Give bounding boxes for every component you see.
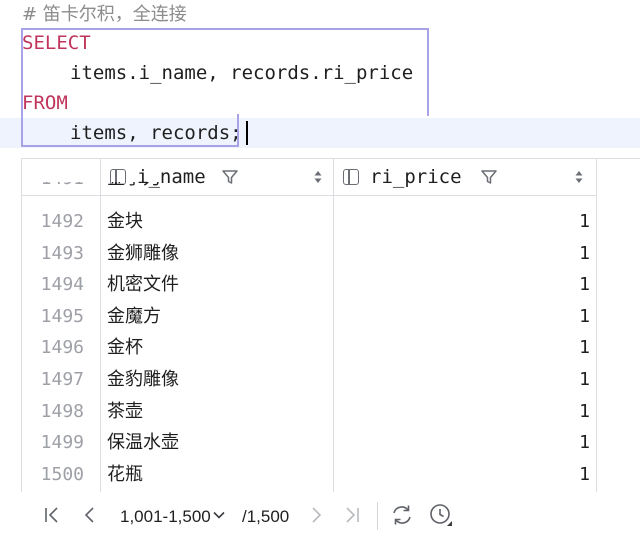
table-row[interactable]: 1495 金魔方 1: [22, 301, 640, 333]
table-row[interactable]: 1493 金狮雕像 1: [22, 238, 640, 270]
refresh-icon[interactable]: [389, 502, 415, 528]
cell-i-name[interactable]: 金狮雕像: [107, 238, 179, 270]
chevron-down-icon[interactable]: [211, 507, 227, 523]
row-number: 1500: [40, 463, 84, 485]
page-range-selector[interactable]: 1,001-1,500: [120, 492, 211, 542]
statement-highlight-box-tail: [21, 114, 239, 147]
cell-ri-price[interactable]: 1: [334, 364, 590, 396]
cell-i-name[interactable]: 金杯: [107, 332, 143, 364]
result-grid[interactable]: i_name ri_price 1491 金手刀 1492金块11493金狮雕像…: [21, 158, 640, 492]
table-row[interactable]: 1496 金杯 1: [22, 332, 640, 364]
row-number: 1492: [40, 211, 84, 232]
table-row[interactable]: 1494 机密文件 1: [22, 269, 640, 301]
cell-i-name[interactable]: 花瓶: [107, 459, 143, 491]
text-caret: [246, 121, 248, 145]
table-row[interactable]: 1500 花瓶 1: [22, 459, 640, 491]
cell-ri-price[interactable]: 1: [334, 459, 590, 491]
cell-i-name[interactable]: 金豹雕像: [107, 364, 179, 396]
table-row-partial[interactable]: 1491 金手刀: [22, 182, 640, 196]
table-row[interactable]: 1497 金豹雕像 1: [22, 364, 640, 396]
row-number: 1494: [40, 274, 84, 296]
page-total: /1,500: [242, 507, 290, 526]
sql-editor[interactable]: # 笛卡尔积，全连接 SELECT items.i_name, records.…: [0, 0, 640, 150]
cell-i-name[interactable]: 金手刀: [107, 182, 161, 195]
row-number: 1491: [22, 182, 84, 195]
first-page-icon[interactable]: [41, 504, 63, 526]
row-number: 1497: [40, 369, 84, 390]
history-clock-icon[interactable]: [428, 502, 454, 528]
cell-ri-price[interactable]: 1: [334, 396, 590, 428]
cell-ri-price[interactable]: 1: [334, 206, 590, 238]
row-number: 1493: [40, 242, 84, 264]
cell-ri-price[interactable]: 1: [334, 427, 590, 459]
table-row[interactable]: 1492 金块 1: [22, 206, 640, 238]
last-page-icon[interactable]: [341, 504, 363, 526]
cell-ri-price[interactable]: 1: [334, 332, 590, 364]
next-page-icon[interactable]: [305, 504, 327, 526]
code-comment: # 笛卡尔积，全连接: [22, 4, 187, 25]
cell-i-name[interactable]: 金魔方: [107, 301, 161, 333]
cell-i-name[interactable]: 机密文件: [107, 269, 179, 301]
cell-ri-price[interactable]: 1: [334, 238, 590, 270]
statement-highlight-box: [21, 28, 429, 116]
table-row[interactable]: 1499 保温水壶 1: [22, 427, 640, 459]
row-number: 1496: [40, 337, 84, 359]
cell-ri-price[interactable]: 1: [334, 301, 590, 333]
cell-i-name[interactable]: 金块: [107, 206, 143, 238]
row-number: 1499: [40, 432, 84, 454]
row-number: 1495: [40, 305, 84, 327]
cell-ri-price[interactable]: 1: [334, 269, 590, 301]
cell-i-name[interactable]: 茶壶: [107, 396, 143, 428]
cell-i-name[interactable]: 保温水壶: [107, 427, 179, 459]
table-row[interactable]: 1498 茶壶 1: [22, 396, 640, 428]
row-number: 1498: [40, 400, 84, 422]
pagination-bar: 1,001-1,500 /1,500: [0, 492, 640, 539]
toolbar-divider: [377, 502, 378, 530]
previous-page-icon[interactable]: [79, 504, 101, 526]
